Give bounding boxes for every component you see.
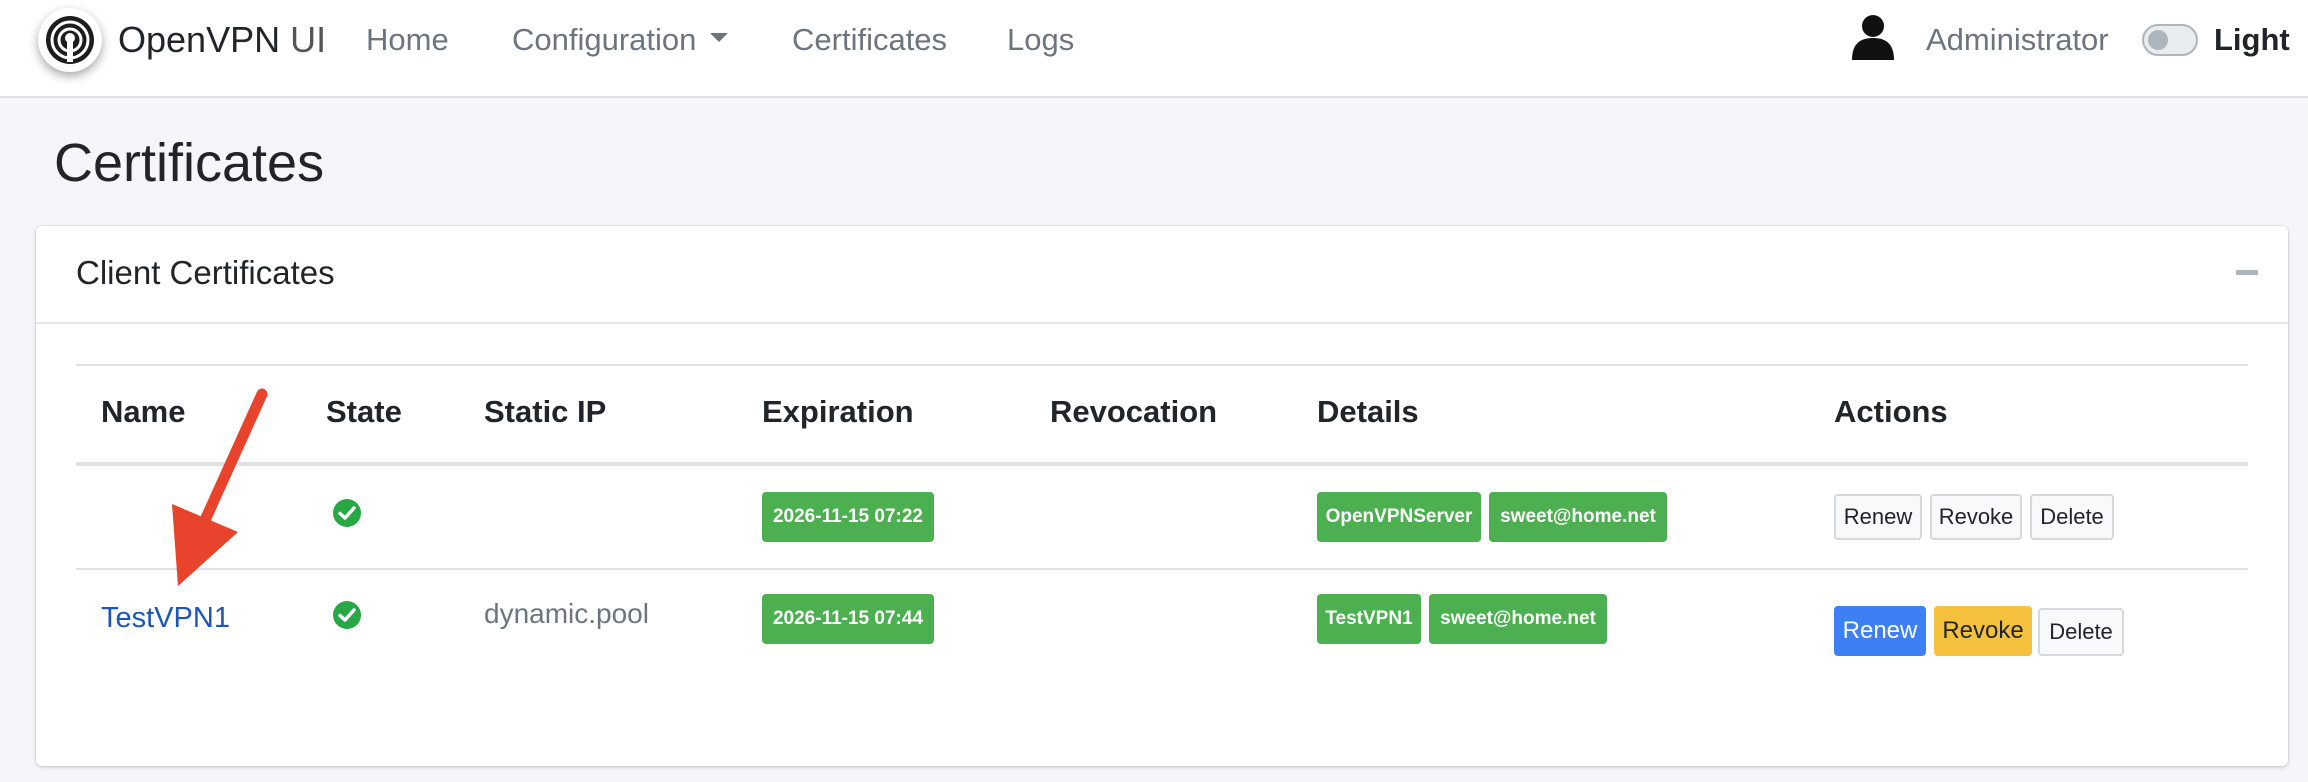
page-title: Certificates: [54, 133, 325, 193]
openvpn-logo-icon[interactable]: [38, 8, 102, 72]
row1-delete-button[interactable]: Delete: [2030, 494, 2114, 540]
row1-detail-cn-badge: OpenVPNServer: [1317, 492, 1481, 542]
th-state: State: [326, 394, 402, 429]
th-revocation: Revocation: [1050, 394, 1218, 429]
nav-logs[interactable]: Logs: [1007, 20, 1074, 60]
theme-label: Light: [2214, 22, 2290, 57]
user-name[interactable]: Administrator: [1926, 20, 2109, 60]
row2-renew-button[interactable]: Renew: [1834, 606, 1926, 656]
theme-toggle[interactable]: [2142, 24, 2198, 56]
row2-delete-button[interactable]: Delete: [2038, 608, 2124, 656]
row1-renew-button[interactable]: Renew: [1834, 494, 1922, 540]
row2-expiration-badge: 2026-11-15 07:44: [762, 594, 934, 644]
nav-home[interactable]: Home: [366, 20, 449, 60]
row2-detail-email-badge: sweet@home.net: [1429, 594, 1607, 644]
table-row-divider: [76, 568, 2248, 570]
brand-name[interactable]: OpenVPN UI: [118, 18, 326, 62]
th-details: Details: [1317, 394, 1419, 429]
collapse-minus-icon[interactable]: [2236, 270, 2258, 275]
client-certificates-card: Client Certificates Name State Static IP…: [36, 226, 2288, 766]
table-top-border: [76, 364, 2248, 366]
card-title: Client Certificates: [76, 254, 335, 291]
nav-configuration-label: Configuration: [512, 22, 697, 57]
user-icon[interactable]: [1848, 12, 1898, 60]
card-header: Client Certificates: [36, 226, 2288, 324]
toggle-knob: [2148, 30, 2168, 50]
row1-expiration-badge: 2026-11-15 07:22: [762, 492, 934, 542]
brand-suffix: UI: [290, 19, 327, 60]
state-valid-check-icon: [333, 499, 361, 527]
nav-configuration-dropdown[interactable]: Configuration: [512, 20, 729, 60]
row1-revoke-button[interactable]: Revoke: [1930, 494, 2022, 540]
nav-certificates[interactable]: Certificates: [792, 20, 947, 60]
th-actions: Actions: [1834, 394, 1948, 429]
caret-down-icon: [710, 33, 729, 43]
th-expiration: Expiration: [762, 394, 914, 429]
th-static-ip: Static IP: [484, 394, 607, 429]
brand-main: OpenVPN: [118, 19, 281, 60]
row2-name-link[interactable]: TestVPN1: [101, 600, 230, 636]
row2-static-ip: dynamic.pool: [484, 598, 649, 629]
table-header-divider: [76, 462, 2248, 466]
row2-revoke-button[interactable]: Revoke: [1934, 606, 2032, 656]
row2-detail-cn-badge: TestVPN1: [1317, 594, 1421, 644]
row1-detail-email-badge: sweet@home.net: [1489, 492, 1667, 542]
navbar: OpenVPN UI Home Configuration Certificat…: [0, 0, 2308, 98]
annotation-arrow-icon: [172, 388, 268, 586]
state-valid-check-icon: [333, 601, 361, 629]
